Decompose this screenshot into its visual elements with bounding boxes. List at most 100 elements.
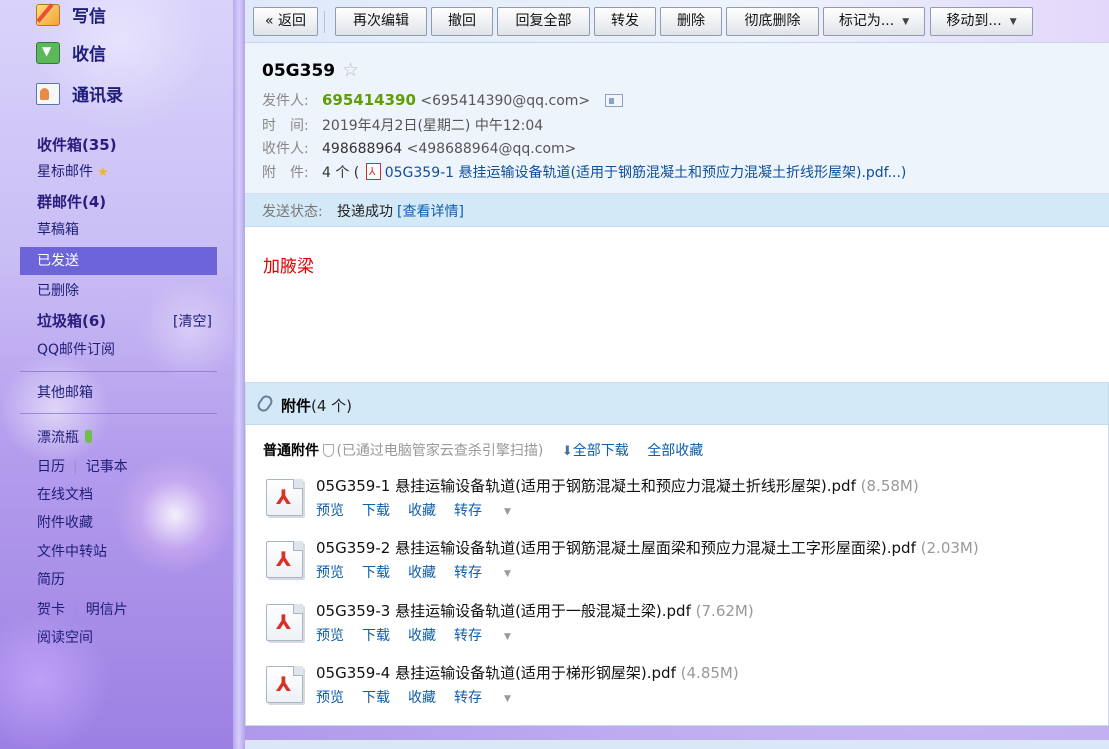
star-outline-icon[interactable]: ☆ xyxy=(342,59,359,81)
attachment-name[interactable]: 05G359-4 悬挂运输设备轨道(适用于梯形钢屋架).pdf xyxy=(316,664,676,682)
mail-body: 加腋梁 xyxy=(245,227,1109,382)
sender-name[interactable]: 695414390 xyxy=(322,91,416,109)
sidebar-divider xyxy=(20,371,217,372)
to-label: 收件人: xyxy=(262,141,309,157)
delete-button[interactable]: 删除 xyxy=(660,7,722,36)
sidebar-divider xyxy=(20,413,217,414)
recall-button[interactable]: 撤回 xyxy=(431,7,493,36)
sidebar-item-card[interactable]: 贺卡 xyxy=(37,602,65,618)
attachment-name[interactable]: 05G359-1 悬挂运输设备轨道(适用于钢筋混凝土和预应力混凝土折线形屋架).… xyxy=(316,477,856,495)
preview-link[interactable]: 预览 xyxy=(316,628,344,644)
scan-status-text: (已通过电脑管家云查杀引擎扫描) xyxy=(336,443,544,459)
attachment-name[interactable]: 05G359-3 悬挂运输设备轨道(适用于一般混凝土梁).pdf xyxy=(316,602,691,620)
download-link[interactable]: 下载 xyxy=(362,690,390,706)
reedit-button[interactable]: 再次编辑 xyxy=(335,7,427,36)
toolbar: « 返回 再次编辑 撤回 回复全部 转发 删除 彻底删除 标记为... ▼ 移动到… xyxy=(245,0,1109,43)
save-to-dropdown[interactable]: 转存 ▼ xyxy=(454,503,511,519)
collect-all-button[interactable]: 全部收藏 xyxy=(647,443,703,459)
sidebar-item-sent[interactable]: 已发送 xyxy=(20,247,217,275)
collect-link[interactable]: 收藏 xyxy=(408,628,436,644)
save-to-label: 转存 xyxy=(454,628,482,644)
download-link[interactable]: 下载 xyxy=(362,628,390,644)
attachment-actions: 预览 下载 收藏 转存 ▼ xyxy=(316,687,529,707)
sidebar-item-notes[interactable]: 记事本 xyxy=(86,459,128,475)
attachment-summary-link[interactable]: 05G359-1 悬挂运输设备轨道(适用于钢筋混凝土和预应力混凝土折线形屋架).… xyxy=(385,165,907,181)
attachment-label: 附 件: xyxy=(262,165,309,181)
sidebar-item-group[interactable]: 群邮件(4) xyxy=(37,190,106,214)
contacts-button[interactable]: 通讯录 xyxy=(36,81,123,106)
sidebar-item-docs[interactable]: 在线文档 xyxy=(37,483,93,507)
collect-link[interactable]: 收藏 xyxy=(408,690,436,706)
sender-address: <695414390@qq.com> xyxy=(420,93,591,109)
sidebar-item-calendar[interactable]: 日历 xyxy=(37,459,65,475)
compose-label: 写信 xyxy=(72,7,106,27)
sidebar-item-subscriptions[interactable]: QQ邮件订阅 xyxy=(37,338,115,362)
spam-clear-link[interactable]: [清空] xyxy=(173,310,212,334)
from-label: 发件人: xyxy=(262,93,309,109)
status-label: 发送状态: xyxy=(262,204,323,220)
download-arrow-icon: ⬇ xyxy=(561,444,573,459)
mail-subject: 05G359 xyxy=(262,61,336,81)
status-value-wrap: 投递成功 [查看详情] xyxy=(337,201,464,221)
forward-button[interactable]: 转发 xyxy=(594,7,656,36)
sidebar-item-starred[interactable]: 星标邮件 ★ xyxy=(37,160,109,184)
attachments-count: (4 个) xyxy=(311,397,353,415)
paperclip-icon xyxy=(255,393,275,414)
save-to-dropdown[interactable]: 转存 ▼ xyxy=(454,628,511,644)
mail-view: « 返回 再次编辑 撤回 回复全部 转发 删除 彻底删除 标记为... ▼ 移动到… xyxy=(245,0,1109,749)
attachment-name-line: 05G359-2 悬挂运输设备轨道(适用于钢筋混凝土屋面梁和预应力混凝土工字形屋… xyxy=(316,537,979,558)
attachment-item: 05G359-3 悬挂运输设备轨道(适用于一般混凝土梁).pdf (7.62M)… xyxy=(266,600,1096,658)
attachment-size: (4.85M) xyxy=(680,664,739,682)
mail-header: 05G359 ☆ 发件人: 695414390 <695414390@qq.com… xyxy=(245,43,1109,194)
download-link[interactable]: 下载 xyxy=(362,503,390,519)
sidebar-item-resume[interactable]: 简历 xyxy=(37,568,65,592)
collect-link[interactable]: 收藏 xyxy=(408,503,436,519)
sidebar-item-sent-label: 已发送 xyxy=(37,253,79,269)
attachment-name-line: 05G359-3 悬挂运输设备轨道(适用于一般混凝土梁).pdf (7.62M) xyxy=(316,600,754,621)
download-all-button[interactable]: ⬇全部下载 xyxy=(562,443,629,459)
chevron-down-icon: ▼ xyxy=(504,569,511,579)
mark-as-dropdown[interactable]: 标记为... ▼ xyxy=(823,7,925,36)
recipient-address: <498688964@qq.com> xyxy=(406,141,577,157)
attachment-size: (2.03M) xyxy=(920,539,979,557)
receive-button[interactable]: 收信 xyxy=(36,40,106,65)
attachments-subheader: 普通附件 (已通过电脑管家云查杀引擎扫描) ⬇全部下载 全部收藏 xyxy=(263,440,703,460)
sidebar-item-drafts[interactable]: 草稿箱 xyxy=(37,218,79,242)
reply-all-button[interactable]: 回复全部 xyxy=(497,7,590,36)
chevron-down-icon: ▼ xyxy=(504,507,511,517)
sidebar-item-spam[interactable]: 垃圾箱(6) xyxy=(37,309,106,333)
recipient-name[interactable]: 498688964 xyxy=(322,141,402,157)
collect-link[interactable]: 收藏 xyxy=(408,565,436,581)
preview-link[interactable]: 预览 xyxy=(316,565,344,581)
pdf-file-icon[interactable] xyxy=(266,541,303,578)
pdf-file-icon[interactable] xyxy=(266,479,303,516)
pdf-file-icon[interactable] xyxy=(266,666,303,703)
sidebar-item-transfer[interactable]: 文件中转站 xyxy=(37,540,107,564)
attachment-size: (8.58M) xyxy=(860,477,919,495)
sidebar-item-reading[interactable]: 阅读空间 xyxy=(37,626,93,650)
shield-icon xyxy=(323,444,335,457)
sidebar-item-postcard[interactable]: 明信片 xyxy=(86,602,128,618)
sidebar-item-bottle[interactable]: 漂流瓶 xyxy=(37,426,92,450)
sidebar-item-inbox[interactable]: 收件箱(35) xyxy=(37,133,117,157)
attachments-title: 附件(4 个) xyxy=(281,395,352,416)
pdf-file-icon[interactable] xyxy=(266,604,303,641)
preview-link[interactable]: 预览 xyxy=(316,503,344,519)
save-to-dropdown[interactable]: 转存 ▼ xyxy=(454,690,511,706)
preview-link[interactable]: 预览 xyxy=(316,690,344,706)
sidebar-item-starred-label: 星标邮件 xyxy=(37,164,93,180)
attachment-name[interactable]: 05G359-2 悬挂运输设备轨道(适用于钢筋混凝土屋面梁和预应力混凝土工字形屋… xyxy=(316,539,916,557)
move-to-dropdown[interactable]: 移动到... ▼ xyxy=(930,7,1033,36)
delete-permanently-button[interactable]: 彻底删除 xyxy=(726,7,819,36)
compose-button[interactable]: 写信 xyxy=(36,2,106,27)
sidebar-resize-handle[interactable] xyxy=(233,0,245,749)
sidebar-item-other-mailbox[interactable]: 其他邮箱 xyxy=(37,381,93,405)
move-to-label: 移动到... xyxy=(946,13,1002,29)
download-link[interactable]: 下载 xyxy=(362,565,390,581)
sidebar-item-attach-fav[interactable]: 附件收藏 xyxy=(37,511,93,535)
save-to-dropdown[interactable]: 转存 ▼ xyxy=(454,565,511,581)
back-button[interactable]: « 返回 xyxy=(253,7,318,36)
sidebar-item-deleted[interactable]: 已删除 xyxy=(37,279,79,303)
status-details-link[interactable]: [查看详情] xyxy=(397,204,464,220)
contact-card-icon[interactable] xyxy=(604,94,623,107)
